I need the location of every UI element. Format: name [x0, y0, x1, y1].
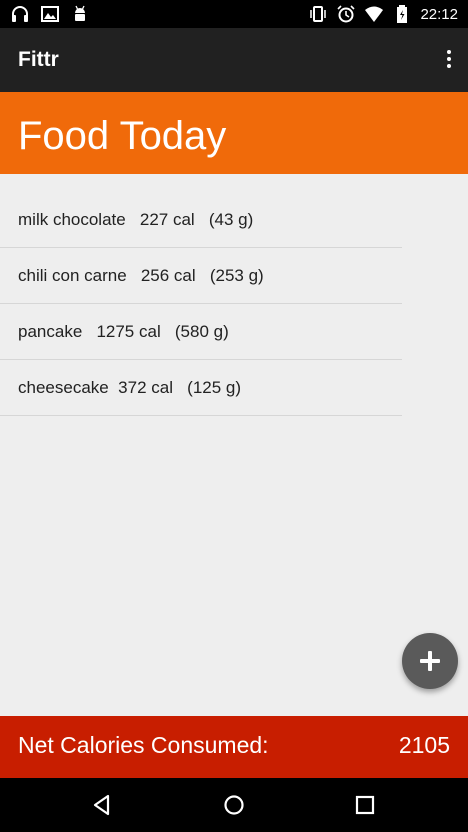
- food-list: milk chocolate 227 cal (43 g) chili con …: [0, 192, 402, 416]
- status-right-icons: 22:12: [308, 4, 458, 24]
- status-time: 22:12: [420, 5, 458, 23]
- navigation-bar: [0, 778, 468, 832]
- header-band: Food Today: [0, 92, 468, 174]
- recents-icon[interactable]: [352, 792, 378, 818]
- list-item[interactable]: chili con carne 256 cal (253 g): [0, 248, 402, 304]
- page-title: Food Today: [18, 114, 227, 158]
- wifi-icon: [365, 6, 384, 22]
- net-calories-bar: Net Calories Consumed: 2105: [0, 716, 468, 778]
- list-item[interactable]: milk chocolate 227 cal (43 g): [0, 192, 402, 248]
- net-calories-value: 2105: [398, 732, 450, 758]
- android-icon: [75, 5, 85, 21]
- app-bar: Fittr: [0, 28, 468, 92]
- list-item[interactable]: cheesecake 372 cal (125 g): [0, 360, 402, 416]
- home-icon[interactable]: [221, 792, 247, 818]
- net-calories-label: Net Calories Consumed:: [18, 732, 269, 758]
- add-food-button[interactable]: [402, 633, 458, 689]
- app-title: Fittr: [18, 48, 59, 71]
- alarm-icon: [337, 5, 356, 23]
- battery-icon: [397, 5, 408, 23]
- list-item[interactable]: pancake 1275 cal (580 g): [0, 304, 402, 360]
- image-icon: [41, 6, 59, 22]
- more-vert-icon[interactable]: [444, 50, 454, 70]
- status-left-icons: [10, 4, 90, 24]
- back-icon[interactable]: [89, 792, 115, 818]
- headphones-icon: [12, 6, 28, 22]
- vibrate-icon: [310, 6, 327, 22]
- status-bar: 22:12: [0, 0, 468, 28]
